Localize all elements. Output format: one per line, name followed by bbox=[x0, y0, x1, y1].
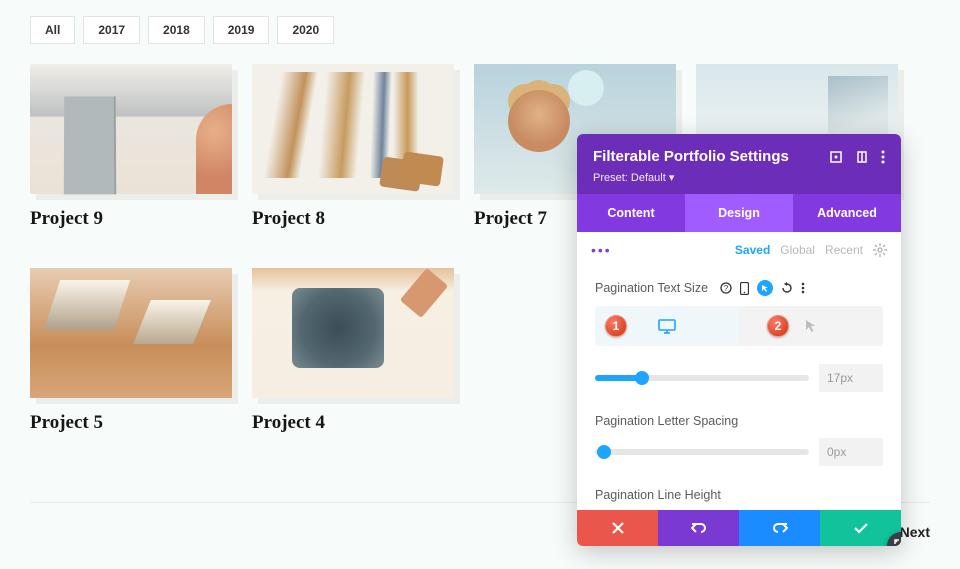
panel-title: Filterable Portfolio Settings bbox=[593, 148, 789, 165]
tab-design[interactable]: Design bbox=[685, 194, 793, 232]
presets-global[interactable]: Global bbox=[780, 243, 815, 257]
portfolio-card[interactable]: Project 4 bbox=[252, 268, 454, 434]
presets-saved[interactable]: Saved bbox=[735, 243, 770, 257]
cursor-icon bbox=[805, 319, 817, 333]
letter-spacing-label: Pagination Letter Spacing bbox=[595, 414, 883, 428]
callout-2: 2 bbox=[767, 315, 789, 337]
letter-spacing-slider[interactable] bbox=[595, 449, 809, 455]
portfolio-thumbnail bbox=[30, 64, 232, 194]
settings-panel: Filterable Portfolio Settings Preset: De… bbox=[577, 134, 901, 546]
redo-icon bbox=[772, 522, 788, 534]
panel-tabs: Content Design Advanced bbox=[577, 194, 901, 232]
letter-spacing-value[interactable]: 0px bbox=[819, 438, 883, 466]
project-title: Project 4 bbox=[252, 412, 454, 434]
svg-text:?: ? bbox=[724, 284, 729, 293]
text-size-slider[interactable] bbox=[595, 375, 809, 381]
wiki-icon[interactable] bbox=[855, 150, 869, 164]
undo-icon bbox=[691, 522, 707, 534]
undo-button[interactable] bbox=[658, 510, 739, 546]
tab-content[interactable]: Content bbox=[577, 194, 685, 232]
filter-2019[interactable]: 2019 bbox=[213, 16, 270, 44]
portfolio-thumbnail bbox=[252, 268, 454, 398]
tab-advanced[interactable]: Advanced bbox=[793, 194, 901, 232]
panel-header[interactable]: Filterable Portfolio Settings Preset: De… bbox=[577, 134, 901, 194]
expand-icon[interactable] bbox=[829, 150, 843, 164]
responsive-hover[interactable] bbox=[739, 306, 883, 346]
responsive-toggle: 1 2 bbox=[595, 306, 883, 346]
filter-2020[interactable]: 2020 bbox=[277, 16, 334, 44]
presets-menu-icon[interactable]: ••• bbox=[591, 242, 612, 258]
portfolio-thumbnail bbox=[252, 64, 454, 194]
portfolio-thumbnail bbox=[30, 268, 232, 398]
filter-all[interactable]: All bbox=[30, 16, 75, 44]
close-icon bbox=[612, 522, 624, 534]
project-title: Project 9 bbox=[30, 208, 232, 230]
kebab-icon[interactable] bbox=[801, 282, 805, 294]
desktop-icon bbox=[658, 319, 676, 334]
redo-button[interactable] bbox=[739, 510, 820, 546]
project-title: Project 8 bbox=[252, 208, 454, 230]
expand-arrows-icon bbox=[894, 539, 901, 546]
kebab-icon[interactable] bbox=[881, 150, 885, 164]
hover-state-icon[interactable] bbox=[757, 280, 773, 296]
project-title: Project 5 bbox=[30, 412, 232, 434]
presets-row: ••• Saved Global Recent bbox=[577, 232, 901, 268]
presets-recent[interactable]: Recent bbox=[825, 243, 863, 257]
text-size-value[interactable]: 17px bbox=[819, 364, 883, 392]
gear-icon[interactable] bbox=[873, 243, 887, 257]
filter-bar: All 2017 2018 2019 2020 bbox=[0, 0, 960, 54]
filter-2018[interactable]: 2018 bbox=[148, 16, 205, 44]
reset-icon[interactable] bbox=[781, 282, 793, 294]
help-icon[interactable]: ? bbox=[720, 282, 732, 294]
text-size-label: Pagination Text Size bbox=[595, 281, 708, 295]
callout-1: 1 bbox=[605, 315, 627, 337]
filter-2017[interactable]: 2017 bbox=[83, 16, 140, 44]
preset-label[interactable]: Preset: Default ▾ bbox=[593, 171, 885, 184]
page-next[interactable]: Next bbox=[900, 524, 930, 540]
portfolio-card[interactable]: Project 9 bbox=[30, 64, 232, 230]
cancel-button[interactable] bbox=[577, 510, 658, 546]
portfolio-card[interactable]: Project 8 bbox=[252, 64, 454, 230]
line-height-label: Pagination Line Height bbox=[595, 488, 883, 502]
action-bar bbox=[577, 510, 901, 546]
portfolio-card[interactable]: Project 5 bbox=[30, 268, 232, 434]
phone-icon[interactable] bbox=[740, 282, 749, 295]
check-icon bbox=[854, 523, 868, 534]
text-size-section: Pagination Text Size ? 1 2 bbox=[577, 268, 901, 502]
